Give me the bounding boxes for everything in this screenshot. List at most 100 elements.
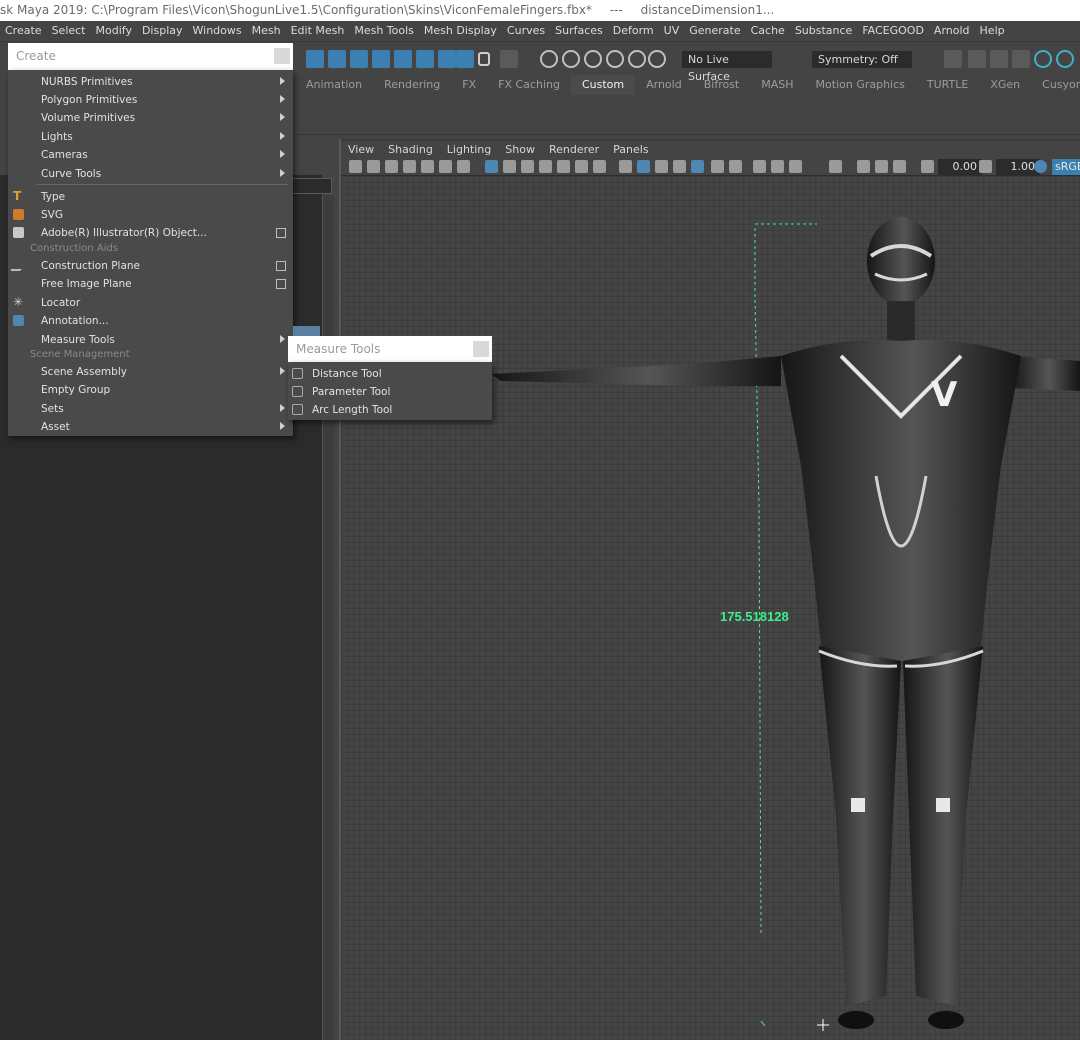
ipr-render-icon[interactable] <box>990 50 1008 68</box>
snap-surface-icon[interactable] <box>416 50 434 68</box>
option-box-icon[interactable] <box>276 228 286 238</box>
gamma-icon[interactable] <box>979 160 992 173</box>
menu-surfaces[interactable]: Surfaces <box>550 21 608 41</box>
render-settings-icon[interactable] <box>1012 50 1030 68</box>
use-all-lights-icon[interactable] <box>711 160 724 173</box>
text-overlay-icon[interactable] <box>575 160 588 173</box>
menu-item-locator[interactable]: ✳ Locator <box>8 294 293 312</box>
image-plane-icon[interactable] <box>403 160 416 173</box>
menu-item-polygon-primitives[interactable]: Polygon Primitives <box>8 91 293 109</box>
snap-view-icon[interactable] <box>394 50 412 68</box>
bookmark-icon[interactable] <box>385 160 398 173</box>
menu-mesh-tools[interactable]: Mesh Tools <box>349 21 419 41</box>
shadows-icon[interactable] <box>729 160 742 173</box>
menu-help[interactable]: Help <box>975 21 1010 41</box>
menu-item-annotation[interactable]: Annotation... <box>8 312 293 330</box>
measure-menu-header[interactable]: Measure Tools <box>288 336 492 362</box>
safe-action-icon[interactable] <box>539 160 552 173</box>
viewport-3d-scene[interactable]: V <box>341 176 1080 1040</box>
option-box-icon[interactable] <box>276 261 286 271</box>
textured-icon[interactable] <box>673 160 686 173</box>
tab-turtle[interactable]: TURTLE <box>916 75 979 95</box>
snap-plane-icon[interactable] <box>628 50 646 68</box>
lock-icon[interactable] <box>478 52 490 66</box>
snap-key-icon[interactable] <box>648 50 666 68</box>
tab-motion-graphics[interactable]: Motion Graphics <box>805 75 916 95</box>
backface-icon[interactable] <box>893 160 906 173</box>
exposure-field[interactable]: 0.00 <box>938 159 982 175</box>
menu-item-free-image-plane[interactable]: Free Image Plane <box>8 275 293 293</box>
viewport-menu-lighting[interactable]: Lighting <box>440 141 498 158</box>
gate-mask-icon[interactable] <box>503 160 516 173</box>
render-frame-icon[interactable] <box>968 50 986 68</box>
camera-attributes-icon[interactable] <box>367 160 380 173</box>
motion-blur-icon[interactable] <box>771 160 784 173</box>
snap-vertex-icon[interactable] <box>438 50 456 68</box>
color-space-select[interactable]: sRGB <box>1052 159 1080 175</box>
menu-mesh-display[interactable]: Mesh Display <box>419 21 502 41</box>
menu-arnold[interactable]: Arnold <box>929 21 975 41</box>
menu-item-illustrator-object[interactable]: Adobe(R) Illustrator(R) Object... <box>8 224 293 242</box>
tab-fx-caching[interactable]: FX Caching <box>487 75 571 95</box>
exposure-icon[interactable] <box>921 160 934 173</box>
menu-edit-mesh[interactable]: Edit Mesh <box>286 21 350 41</box>
menu-item-asset[interactable]: Asset <box>8 418 293 436</box>
field-chart-icon[interactable] <box>521 160 534 173</box>
snap-together-icon[interactable] <box>584 50 602 68</box>
grid-toggle-icon[interactable] <box>485 160 498 173</box>
menu-curves[interactable]: Curves <box>502 21 550 41</box>
film-gate-icon[interactable] <box>439 160 452 173</box>
menu-item-nurbs-primitives[interactable]: NURBS Primitives <box>8 73 293 91</box>
menu-generate[interactable]: Generate <box>684 21 745 41</box>
panel-dropdown[interactable] <box>292 178 332 194</box>
menu-item-volume-primitives[interactable]: Volume Primitives <box>8 109 293 127</box>
viewport-menu-view[interactable]: View <box>341 141 381 158</box>
menu-select[interactable]: Select <box>47 21 91 41</box>
anti-aliasing-icon[interactable] <box>789 160 802 173</box>
tab-xgen[interactable]: XGen <box>979 75 1031 95</box>
tab-rendering[interactable]: Rendering <box>373 75 451 95</box>
menu-item-curve-tools[interactable]: Curve Tools <box>8 165 293 183</box>
tab-cusyom[interactable]: Cusyom <box>1031 75 1080 95</box>
tab-fx[interactable]: FX <box>451 75 487 95</box>
xray-active-icon[interactable] <box>875 160 888 173</box>
menu-mesh[interactable]: Mesh <box>247 21 286 41</box>
help-question-icon[interactable] <box>456 50 474 68</box>
menu-cache[interactable]: Cache <box>746 21 790 41</box>
screen-space-ao-icon[interactable] <box>753 160 766 173</box>
snap-curve-icon[interactable] <box>350 50 368 68</box>
tab-bifrost[interactable]: Bifrost <box>693 75 751 95</box>
viewport-menu-show[interactable]: Show <box>498 141 542 158</box>
menu-deform[interactable]: Deform <box>608 21 659 41</box>
magnet-icon[interactable] <box>562 50 580 68</box>
tab-custom[interactable]: Custom <box>570 75 636 95</box>
menu-windows[interactable]: Windows <box>188 21 247 41</box>
render-view-icon[interactable] <box>944 50 962 68</box>
viewport-menu-renderer[interactable]: Renderer <box>542 141 606 158</box>
move-tool-icon[interactable] <box>306 50 324 68</box>
menu-item-type[interactable]: T Type <box>8 188 293 206</box>
snap-live-icon[interactable] <box>606 50 624 68</box>
select-object-icon[interactable] <box>500 50 518 68</box>
menu-item-distance-tool[interactable]: Distance Tool <box>288 365 492 383</box>
tab-animation[interactable]: Animation <box>295 75 373 95</box>
menu-item-empty-group[interactable]: Empty Group <box>8 381 293 399</box>
grid-view-icon[interactable] <box>421 160 434 173</box>
menu-substance[interactable]: Substance <box>790 21 858 41</box>
isolate-select-icon[interactable] <box>829 160 842 173</box>
menu-item-construction-plane[interactable]: Construction Plane <box>8 257 293 275</box>
tear-off-icon[interactable] <box>274 48 290 64</box>
xray-joints-icon[interactable] <box>857 160 870 173</box>
option-box-icon[interactable] <box>276 279 286 289</box>
hud-icon[interactable] <box>593 160 606 173</box>
character-model[interactable]: V <box>341 176 1080 1040</box>
hypershade-icon[interactable] <box>1034 50 1052 68</box>
live-surface-field[interactable]: No Live Surface <box>682 51 772 83</box>
menu-item-arc-length-tool[interactable]: Arc Length Tool <box>288 401 492 419</box>
safe-title-icon[interactable] <box>557 160 570 173</box>
menu-item-measure-tools[interactable]: Measure Tools <box>8 331 293 349</box>
tab-mash[interactable]: MASH <box>750 75 804 95</box>
tear-off-icon[interactable] <box>473 341 489 357</box>
xray-icon[interactable] <box>691 160 704 173</box>
smooth-shade-icon[interactable] <box>637 160 650 173</box>
